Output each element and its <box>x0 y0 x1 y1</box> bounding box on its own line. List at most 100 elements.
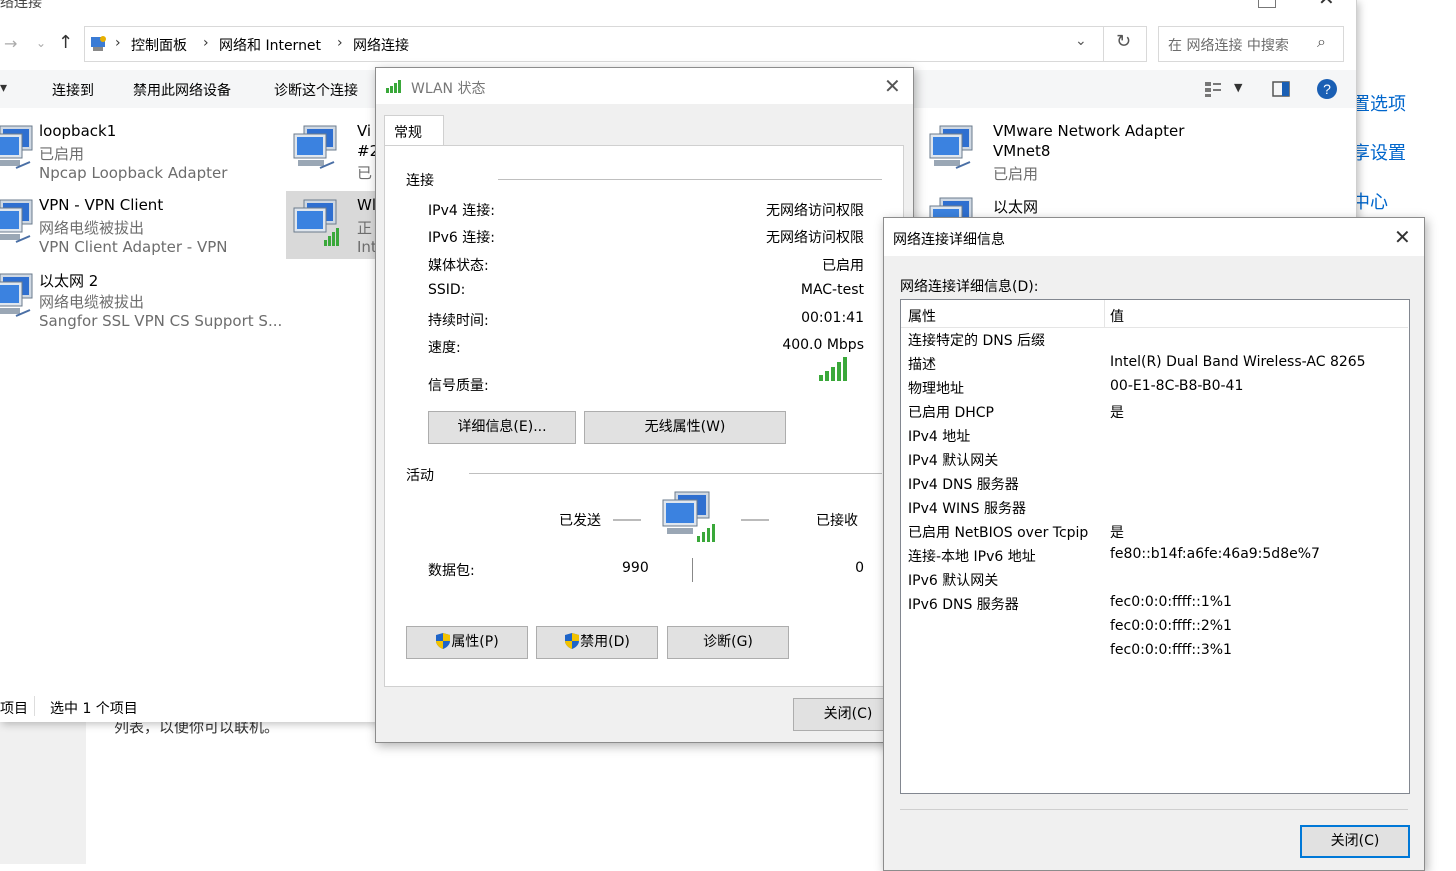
column-header-property[interactable]: 属性 <box>908 306 936 326</box>
dialog-title: WLAN 状态 <box>411 81 486 97</box>
row-property: 连接特定的 DNS 后缀 <box>908 333 1046 349</box>
chevron-right-icon: › <box>337 35 343 51</box>
breadcrumb-network-connections[interactable]: 网络连接 <box>353 35 409 55</box>
row-value: fe80::b14f:a6fe:46a9:5d8e%7 <box>1110 546 1320 562</box>
close-window-icon[interactable]: ✕ <box>1318 0 1335 10</box>
footer-divider <box>900 809 1408 810</box>
row-property: 连接-本地 IPv6 地址 <box>908 549 1036 565</box>
status-selected-count: 选中 1 个项目 <box>50 701 138 717</box>
row-property: 已启用 DHCP <box>908 405 994 421</box>
row-value: fec0:0:0:ffff::2%1 <box>1110 618 1232 634</box>
tab-general[interactable]: 常规 <box>384 115 444 146</box>
item-status: VMnet8 <box>993 142 1051 160</box>
item-adapter: Npcap Loopback Adapter <box>39 164 228 182</box>
breadcrumb-control-panel[interactable]: 控制面板 <box>131 35 187 55</box>
properties-label: 属性(P) <box>451 634 499 650</box>
help-icon[interactable]: ? <box>1316 78 1338 100</box>
column-header-value[interactable]: 值 <box>1110 306 1124 326</box>
row-property: IPv4 默认网关 <box>908 453 999 469</box>
close-button[interactable]: 关闭(C) <box>1300 825 1410 858</box>
connect-to-button[interactable]: 连接到 <box>52 80 94 100</box>
section-divider <box>498 179 882 180</box>
item-status: 网络电缆被拔出 <box>39 219 145 237</box>
dialog-titlebar: 网络连接详细信息 ✕ <box>884 218 1424 256</box>
breadcrumb-network-internet[interactable]: 网络和 Internet <box>219 35 321 55</box>
item-name: VMware Network Adapter <box>993 122 1185 140</box>
disable-button[interactable]: 禁用(D) <box>536 626 658 659</box>
item-name: loopback1 <box>39 122 117 140</box>
duration-value: 00:01:41 <box>801 310 864 326</box>
search-icon: ⌕ <box>1317 32 1326 51</box>
background-link-sharing[interactable]: 享设置 <box>1352 139 1406 165</box>
close-icon[interactable]: ✕ <box>884 74 901 98</box>
sent-line <box>613 519 641 521</box>
view-dropdown-icon[interactable]: ▼ <box>1234 81 1242 94</box>
item-name: 以太网 <box>993 198 1039 216</box>
network-adapter-icon <box>0 199 33 243</box>
row-property: IPv4 WINS 服务器 <box>908 501 1026 517</box>
item-status: 网络电缆被拔出 <box>39 293 145 311</box>
ipv6-value: 无网络访问权限 <box>766 230 864 246</box>
section-connection: 连接 <box>406 173 434 189</box>
control-panel-icon <box>91 36 106 51</box>
close-icon[interactable]: ✕ <box>1394 225 1411 249</box>
background-link-options[interactable]: 置选项 <box>1352 90 1406 116</box>
forward-icon[interactable]: → <box>4 34 17 53</box>
computer-activity-icon <box>662 491 715 542</box>
uac-shield-icon <box>436 633 451 649</box>
dialog-title: 网络连接详细信息 <box>893 232 1005 248</box>
column-divider[interactable] <box>1104 300 1105 327</box>
received-label: 已接收 <box>816 513 858 529</box>
up-icon[interactable]: ↑ <box>58 32 73 53</box>
row-value: 是 <box>1110 405 1124 421</box>
row-property: IPv6 默认网关 <box>908 573 999 589</box>
row-value: 是 <box>1110 525 1124 541</box>
chevron-down-icon[interactable]: ⌄ <box>1075 33 1087 49</box>
status-divider <box>34 696 35 716</box>
wifi-adapter-icon <box>293 199 339 246</box>
recent-dropdown-icon[interactable]: ⌄ <box>36 36 46 50</box>
search-input[interactable]: 在 网络连接 中搜索 ⌕ <box>1158 26 1344 62</box>
row-property: 已启用 NetBIOS over Tcpip <box>908 525 1089 541</box>
maximize-icon[interactable] <box>1258 0 1276 8</box>
item-adapter: 已启用 <box>993 165 1039 183</box>
address-bar[interactable]: › 控制面板 › 网络和 Internet › 网络连接 ⌄ <box>84 26 1104 62</box>
row-value: Intel(R) Dual Band Wireless-AC 8265 <box>1110 354 1366 370</box>
refresh-button[interactable]: ↻ <box>1104 26 1147 62</box>
item-name: Vi <box>357 122 372 140</box>
details-list-label: 网络连接详细信息(D): <box>900 279 1039 295</box>
details-button[interactable]: 详细信息(E)... <box>428 411 576 444</box>
disable-device-button[interactable]: 禁用此网络设备 <box>133 80 231 100</box>
ipv4-value: 无网络访问权限 <box>766 203 864 219</box>
organize-menu[interactable]: ▾ <box>0 80 7 96</box>
background-link-center[interactable]: 中心 <box>1352 188 1388 214</box>
network-adapter-icon <box>929 125 973 169</box>
row-value: fec0:0:0:ffff::1%1 <box>1110 594 1232 610</box>
network-adapter-icon <box>293 125 337 169</box>
window-title: 络连接 <box>0 0 42 11</box>
ipv6-label: IPv6 连接: <box>428 230 495 246</box>
row-property: IPv4 DNS 服务器 <box>908 477 1019 493</box>
chevron-right-icon: › <box>203 35 209 51</box>
section-divider <box>469 473 882 474</box>
view-options-icon[interactable] <box>1204 80 1222 98</box>
refresh-icon: ↻ <box>1116 31 1132 52</box>
item-adapter: VPN Client Adapter - VPN <box>39 238 228 256</box>
signal-quality-label: 信号质量: <box>428 378 489 394</box>
disable-label: 禁用(D) <box>580 634 630 650</box>
dialog-titlebar: WLAN 状态 ✕ <box>376 68 913 104</box>
row-property: 描述 <box>908 357 936 373</box>
preview-pane-icon[interactable] <box>1272 81 1290 97</box>
item-adapter: Sangfor SSL VPN CS Support S... <box>39 312 283 330</box>
diagnose-button[interactable]: 诊断(G) <box>667 626 789 659</box>
speed-label: 速度: <box>428 340 461 356</box>
ssid-value: MAC-test <box>800 282 864 298</box>
item-adapter: Int <box>357 238 377 256</box>
row-property: IPv4 地址 <box>908 429 971 445</box>
wireless-properties-button[interactable]: 无线属性(W) <box>584 411 786 444</box>
details-list[interactable]: 属性 值 连接特定的 DNS 后缀 描述 Intel(R) Dual Band W… <box>900 299 1410 794</box>
received-line <box>741 519 769 521</box>
row-property: 物理地址 <box>908 381 964 397</box>
diagnose-connection-button[interactable]: 诊断这个连接 <box>274 80 358 100</box>
properties-button[interactable]: 属性(P) <box>406 626 528 659</box>
